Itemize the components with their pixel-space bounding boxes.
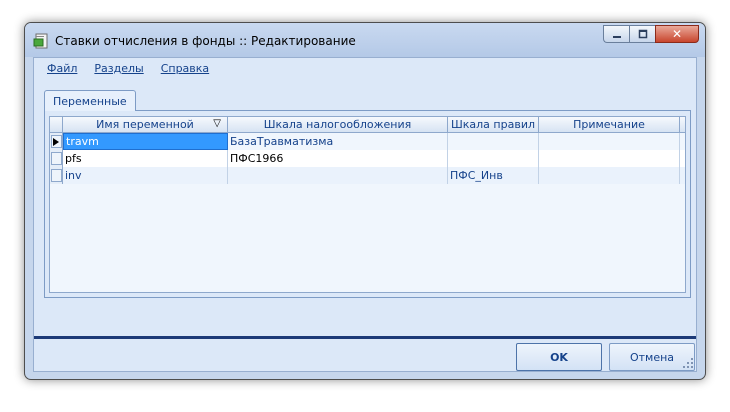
header-indicator-cell (50, 117, 63, 132)
tab-variables-label: Переменные (53, 94, 127, 108)
column-header-tax-scale[interactable]: Шкала налогообложения (228, 117, 448, 132)
cell-rule-scale[interactable] (448, 133, 539, 150)
sort-descending-icon: ▽ (213, 118, 221, 129)
cell-tax-scale[interactable]: БазаТравматизма (228, 133, 448, 150)
column-header-tax-scale-label: Шкала налогообложения (263, 118, 412, 131)
column-header-rule-scale-label: Шкала правил (451, 118, 535, 131)
menu-sections[interactable]: Разделы (94, 62, 143, 75)
menu-bar: Файл Разделы Справка (47, 62, 226, 75)
column-header-variable-name[interactable]: Имя переменной ▽ (63, 117, 228, 132)
maximize-icon (638, 29, 647, 39)
footer-separator (34, 336, 696, 339)
cell-variable-name[interactable]: travm (63, 133, 228, 150)
tab-panel-variables: Имя переменной ▽ Шкала налогообложения Ш… (44, 110, 691, 298)
row-indicator[interactable] (50, 167, 63, 184)
cell-rule-scale[interactable] (448, 150, 539, 167)
title-bar[interactable]: Ставки отчисления в фонды :: Редактирова… (25, 23, 705, 57)
column-header-rule-scale[interactable]: Шкала правил (448, 117, 539, 132)
app-icon (33, 33, 48, 49)
window-title: Ставки отчисления в фонды :: Редактирова… (55, 34, 356, 48)
close-icon: ✕ (671, 27, 683, 41)
table-row[interactable]: inv ПФС_Инв (50, 167, 685, 184)
variables-grid: Имя переменной ▽ Шкала налогообложения Ш… (49, 116, 686, 293)
cell-tax-scale[interactable] (228, 167, 448, 184)
caption-buttons: ✕ (603, 25, 699, 44)
menu-help[interactable]: Справка (161, 62, 209, 75)
maximize-button[interactable] (629, 25, 655, 43)
row-indicator[interactable] (50, 150, 63, 167)
tab-variables[interactable]: Переменные (44, 90, 136, 111)
cell-note[interactable] (539, 150, 680, 167)
cell-note[interactable] (539, 167, 680, 184)
cell-rule-scale[interactable]: ПФС_Инв (448, 167, 539, 184)
dialog-window: Ставки отчисления в фонды :: Редактирова… (24, 22, 706, 380)
column-header-note[interactable]: Примечание (539, 117, 680, 132)
resize-grip-icon[interactable] (682, 357, 694, 369)
cell-note[interactable] (539, 133, 680, 150)
row-indicator[interactable] (50, 133, 63, 150)
table-row[interactable]: travm БазаТравматизма (50, 133, 685, 150)
minimize-icon (612, 36, 621, 38)
menu-file[interactable]: Файл (47, 62, 77, 75)
row-selector (50, 169, 62, 182)
close-button[interactable]: ✕ (655, 25, 699, 43)
row-selector (50, 135, 62, 148)
dialog-client-area: Файл Разделы Справка Переменные Имя пере… (33, 57, 697, 372)
grid-header: Имя переменной ▽ Шкала налогообложения Ш… (50, 117, 685, 133)
row-selector (50, 152, 62, 165)
cell-tax-scale[interactable]: ПФС1966 (228, 150, 448, 167)
ok-button[interactable]: OK (516, 343, 602, 371)
minimize-button[interactable] (603, 25, 629, 43)
column-header-variable-name-label: Имя переменной (96, 118, 194, 131)
column-header-note-label: Примечание (573, 118, 645, 131)
current-row-arrow-icon (53, 137, 59, 146)
cell-variable-name[interactable]: inv (63, 167, 228, 184)
cell-variable-name[interactable]: pfs (63, 150, 228, 167)
table-row[interactable]: pfs ПФС1966 (50, 150, 685, 167)
